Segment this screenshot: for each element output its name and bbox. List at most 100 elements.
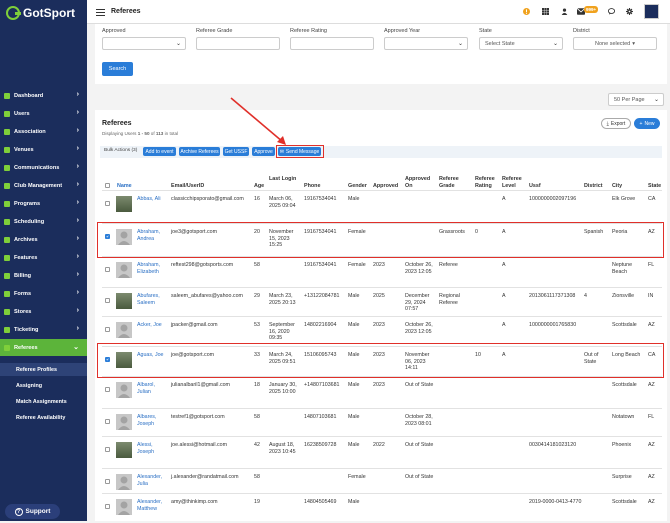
sidebar-item-communications[interactable]: Communications › <box>0 159 87 176</box>
sidebar-item-association[interactable]: Association › <box>0 123 87 140</box>
sidebar-item-scheduling[interactable]: Scheduling › <box>0 213 87 230</box>
sidebar-subitem-assigning[interactable]: Assigning <box>0 379 87 392</box>
row-checkbox[interactable] <box>105 447 110 452</box>
cell-name[interactable]: Abbas, Ali <box>137 196 169 203</box>
cell-city: Peoria <box>612 229 628 235</box>
menu-toggle-icon[interactable] <box>96 9 105 16</box>
table-row[interactable]: Abufares, Saleem saleem_abufares@yahoo.co… <box>102 287 662 316</box>
table-row[interactable]: Abraham, Andrea joe3@gotsport.com 20 Novemb… <box>102 223 662 256</box>
cell-name[interactable]: Alexander, Matthew <box>137 499 169 512</box>
cell-name[interactable]: Abufares, Saleem <box>137 293 169 306</box>
row-checkbox[interactable] <box>105 387 110 392</box>
cell-name[interactable]: Albarol, Julian <box>137 382 169 395</box>
sidebar-subitem-referee-availability[interactable]: Referee Availability <box>0 411 87 424</box>
user-icon[interactable] <box>561 8 568 15</box>
cell-name[interactable]: Alexander, Julia <box>137 474 169 487</box>
sidebar-item-archives[interactable]: Archives › <box>0 231 87 248</box>
row-checkbox[interactable] <box>105 479 110 484</box>
cell-gender: Female <box>348 262 366 268</box>
sidebar-item-club-management[interactable]: Club Management › <box>0 177 87 194</box>
row-checkbox[interactable] <box>105 504 110 509</box>
avatar <box>116 474 132 490</box>
warning-icon[interactable] <box>523 8 530 15</box>
cell-name[interactable]: Abraham, Elizabeth <box>137 262 169 275</box>
table-row[interactable]: Alexander, Julia j.alexander@randatmail.c… <box>102 468 662 493</box>
cell-phone: 16238509728 <box>304 442 337 448</box>
referees-icon <box>4 344 10 351</box>
archive-referees-button[interactable]: Archive Referees <box>179 147 220 156</box>
sidebar-item-ticketing[interactable]: Ticketing › <box>0 321 87 338</box>
select-all-checkbox[interactable] <box>105 183 110 188</box>
sidebar-item-users[interactable]: Users › <box>0 105 87 122</box>
chat-icon[interactable] <box>608 8 615 15</box>
cell-level: A <box>502 352 506 358</box>
sidebar-item-billing[interactable]: Billing › <box>0 267 87 284</box>
cell-city: Surprise <box>612 474 632 480</box>
sidebar-subitem-referee-profiles[interactable]: Referee Profiles <box>0 363 87 376</box>
row-checkbox[interactable] <box>105 327 110 332</box>
send-message-button[interactable]: ✉ Send Message <box>278 147 321 156</box>
cell-email: jpacker@gmail.com <box>171 322 218 328</box>
referee-grade-input[interactable] <box>196 37 280 50</box>
cell-level: A <box>502 262 506 268</box>
approved-select[interactable]: ⌄ <box>102 37 186 50</box>
sidebar-item-programs[interactable]: Programs › <box>0 195 87 212</box>
table-row[interactable]: Abraham, Elizabeth reftest298@gotsports.c… <box>102 256 662 287</box>
cell-name[interactable]: Acker, Joe <box>137 322 169 329</box>
export-button[interactable]: ⤓ Export <box>601 118 631 129</box>
cell-grade: Referee <box>439 262 458 268</box>
district-multiselect[interactable]: None selected ▾ <box>573 37 657 50</box>
cell-city: Notatown <box>612 414 635 420</box>
table-row[interactable]: Alessi, Joseph joe.alessi@hotmail.com 42 Au… <box>102 436 662 468</box>
row-checkbox[interactable] <box>105 234 110 239</box>
sidebar-item-forms[interactable]: Forms › <box>0 285 87 302</box>
add-to-event-button[interactable]: Add to event <box>143 147 176 156</box>
new-referee-button[interactable]: + New <box>634 118 660 129</box>
row-checkbox[interactable] <box>105 201 110 206</box>
sidebar-subitem-match-assignments[interactable]: Match Assignments <box>0 395 87 408</box>
per-page-select[interactable]: 50 Per Page ⌄ <box>608 93 664 106</box>
get-ussf-button[interactable]: Get USSF <box>223 147 249 156</box>
table-row[interactable]: Albares, Joseph testref1@gotsport.com 58 14… <box>102 408 662 436</box>
approve-button[interactable]: Approve <box>252 147 275 156</box>
table-row[interactable]: Aguas, Joe joe@gotsport.com 33 March 24, 20… <box>102 346 662 376</box>
table-row[interactable]: Acker, Joe jpacker@gmail.com 53 September 1… <box>102 316 662 346</box>
sidebar-item-venues[interactable]: Venues › <box>0 141 87 158</box>
cell-approved-on: Out of State <box>405 474 434 480</box>
scheduling-icon <box>4 218 10 225</box>
row-checkbox[interactable] <box>105 419 110 424</box>
table-row[interactable]: Alexander, Matthew amy@thinkimp.com 19 1480… <box>102 493 662 523</box>
table-row[interactable]: Abbas, Ali classicchipsporato@gmail.com 16… <box>102 190 662 218</box>
cell-name[interactable]: Alessi, Joseph <box>137 442 169 455</box>
sidebar-item-features[interactable]: Features › <box>0 249 87 266</box>
sidebar-item-dashboard[interactable]: Dashboard › <box>0 87 87 104</box>
row-checkbox[interactable] <box>105 298 110 303</box>
search-button[interactable]: Search <box>102 62 133 76</box>
settings-gear-icon[interactable] <box>626 8 633 15</box>
row-checkbox[interactable] <box>105 267 110 272</box>
gotsport-logo[interactable]: GotSport <box>0 0 87 26</box>
column-header-name[interactable]: Name <box>117 183 169 190</box>
grid-apps-icon[interactable] <box>542 8 549 15</box>
displaying-count: Displaying Users 1 - 50 of 113 in total <box>102 131 179 136</box>
referee-rating-input[interactable] <box>290 37 374 50</box>
support-button[interactable]: ? Support <box>5 504 60 519</box>
cell-name[interactable]: Abraham, Andrea <box>137 229 169 242</box>
avatar <box>116 442 132 458</box>
referees-heading: Referees <box>102 120 132 127</box>
sidebar-item-stores[interactable]: Stores › <box>0 303 87 320</box>
table-row[interactable]: Albarol, Julian julianalbaril1@gmail.com 1… <box>102 376 662 408</box>
row-checkbox[interactable] <box>105 357 110 362</box>
state-select[interactable]: Select State ⌄ <box>479 37 563 50</box>
cell-email: joe.alessi@hotmail.com <box>171 442 228 448</box>
cell-login: March 23, 2025 20:13 <box>269 293 296 306</box>
sidebar-item-referees[interactable]: Referees ⌄ <box>0 339 87 356</box>
cell-gender: Male <box>348 322 360 328</box>
org-avatar[interactable] <box>644 4 659 19</box>
cell-name[interactable]: Aguas, Joe <box>137 352 169 359</box>
cell-name[interactable]: Albares, Joseph <box>137 414 169 427</box>
approved-year-select[interactable]: ⌄ <box>384 37 468 50</box>
cell-state: CA <box>648 352 656 358</box>
cell-login: March 24, 2025 09:51 <box>269 352 296 365</box>
help-icon: ? <box>14 507 23 516</box>
